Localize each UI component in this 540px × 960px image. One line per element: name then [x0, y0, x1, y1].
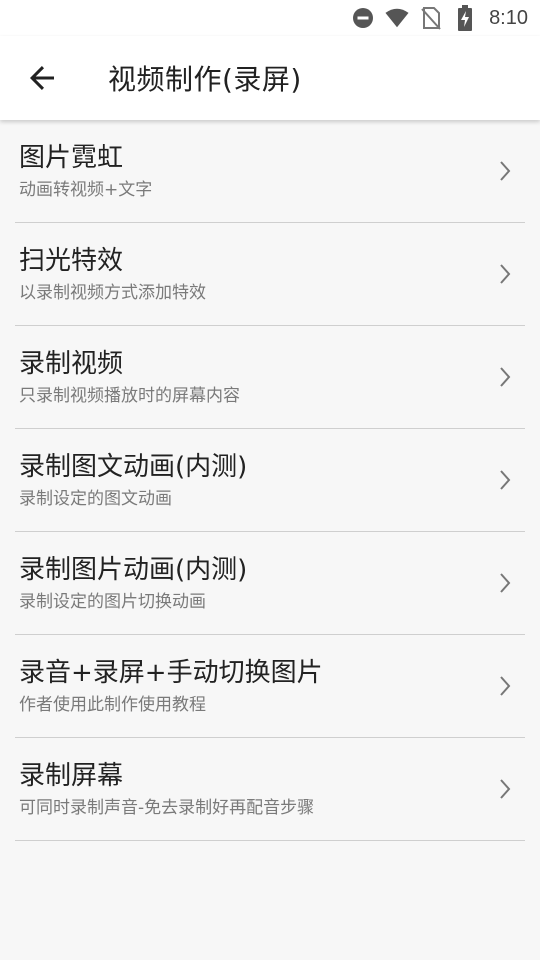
chevron-right-icon: [500, 779, 511, 799]
do-not-disturb-icon: [351, 6, 375, 30]
list-item-title: 录制屏幕: [19, 761, 124, 791]
chevron-right-icon: [500, 161, 511, 181]
wifi-icon: [385, 6, 409, 30]
list-item-subtitle: 只录制视频播放时的屏幕内容: [19, 386, 240, 406]
arrow-back-icon: [30, 66, 54, 90]
list-item-record-screen[interactable]: 录制屏幕 可同时录制声音-免去录制好再配音步骤: [15, 738, 525, 841]
status-bar: 8:10: [0, 0, 540, 36]
chevron-right-icon: [500, 470, 511, 490]
list-item-title: 扫光特效: [19, 246, 124, 276]
app-bar: 视频制作(录屏): [0, 36, 540, 120]
chevron-right-icon: [500, 676, 511, 696]
battery-charging-icon: [453, 5, 477, 31]
list-item-title: 录制图片动画(内测): [19, 555, 248, 585]
list-item-subtitle: 作者使用此制作使用教程: [19, 695, 206, 715]
list-item-subtitle: 录制设定的图片切换动画: [19, 592, 206, 612]
list-item-sweep-light[interactable]: 扫光特效 以录制视频方式添加特效: [15, 223, 525, 326]
feature-list: 图片霓虹 动画转视频+文字 扫光特效 以录制视频方式添加特效 录制视频 只录制视…: [0, 120, 540, 841]
list-item-subtitle: 动画转视频+文字: [19, 180, 153, 200]
list-item-record-image-animation[interactable]: 录制图片动画(内测) 录制设定的图片切换动画: [15, 532, 525, 635]
list-item-image-neon[interactable]: 图片霓虹 动画转视频+文字: [15, 120, 525, 223]
list-item-audio-screen-manual-switch[interactable]: 录音+录屏+手动切换图片 作者使用此制作使用教程: [15, 635, 525, 738]
chevron-right-icon: [500, 264, 511, 284]
list-item-subtitle: 以录制视频方式添加特效: [19, 283, 206, 303]
list-item-title: 图片霓虹: [19, 143, 124, 173]
chevron-right-icon: [500, 573, 511, 593]
list-item-record-video[interactable]: 录制视频 只录制视频播放时的屏幕内容: [15, 326, 525, 429]
no-sim-icon: [419, 6, 443, 30]
back-button[interactable]: [14, 50, 70, 106]
list-item-record-text-animation[interactable]: 录制图文动画(内测) 录制设定的图文动画: [15, 429, 525, 532]
page-title: 视频制作(录屏): [108, 63, 302, 96]
list-item-title: 录制图文动画(内测): [19, 452, 248, 482]
chevron-right-icon: [500, 367, 511, 387]
status-time: 8:10: [489, 6, 528, 29]
list-item-subtitle: 录制设定的图文动画: [19, 489, 172, 509]
list-item-title: 录制视频: [19, 349, 124, 379]
list-item-title: 录音+录屏+手动切换图片: [19, 658, 323, 688]
list-item-subtitle: 可同时录制声音-免去录制好再配音步骤: [19, 798, 315, 818]
